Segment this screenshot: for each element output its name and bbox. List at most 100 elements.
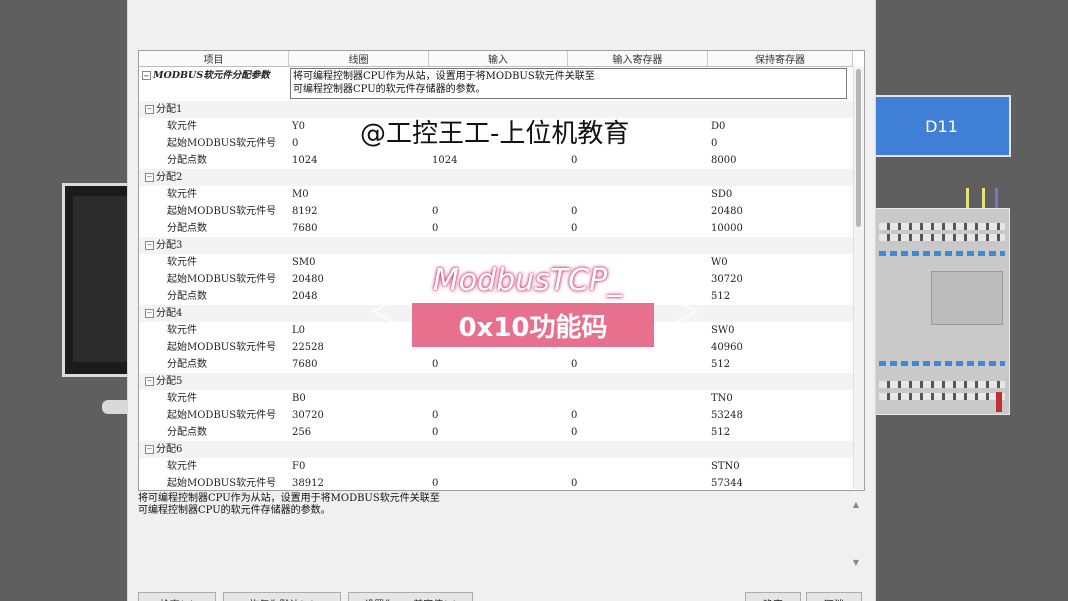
cell-value[interactable]: 7680: [289, 220, 429, 237]
row-label: 软元件: [139, 322, 289, 339]
cell-value[interactable]: 0: [708, 135, 853, 152]
row-label: 起始MODBUS软元件号: [139, 407, 289, 424]
collapse-icon[interactable]: −: [145, 241, 154, 250]
table-row[interactable]: 软元件 B0 TN0: [139, 390, 853, 407]
restore-default-button[interactable]: 恢复为默认(U): [223, 592, 341, 601]
overlay-subtitle-badge: 0x10功能码: [412, 303, 654, 347]
collapse-icon[interactable]: −: [145, 445, 154, 454]
table-row[interactable]: 起始MODBUS软元件号 30720 0 0 53248: [139, 407, 853, 424]
group-row[interactable]: − 分配5: [139, 373, 853, 390]
ok-button[interactable]: 确定: [745, 592, 801, 601]
cell-value[interactable]: D0: [708, 118, 853, 135]
cell-value[interactable]: 38912: [289, 475, 429, 490]
cell-value[interactable]: 7680: [289, 356, 429, 373]
background-device-label: D11: [874, 95, 1011, 157]
cell-value[interactable]: 1024: [429, 152, 568, 169]
cell-value[interactable]: [568, 458, 708, 475]
section-description-line2: 可编程控制器CPU的软元件存储器的参数。: [293, 84, 486, 95]
table-row[interactable]: 分配点数 7680 0 0 10000: [139, 220, 853, 237]
cell-value[interactable]: 512: [708, 356, 853, 373]
cell-value[interactable]: [568, 186, 708, 203]
collapse-icon[interactable]: −: [142, 71, 151, 80]
grid-scrollbar-thumb[interactable]: [856, 69, 861, 227]
scroll-up-icon[interactable]: ▲: [853, 499, 859, 511]
cell-value[interactable]: 0: [429, 407, 568, 424]
table-row[interactable]: 软元件 M0 SD0: [139, 186, 853, 203]
cell-value: [289, 237, 429, 254]
cell-value[interactable]: 0: [429, 356, 568, 373]
header-coil[interactable]: 线圈: [289, 51, 429, 66]
cell-value[interactable]: [429, 390, 568, 407]
table-row[interactable]: 起始MODBUS软元件号 8192 0 0 20480: [139, 203, 853, 220]
cell-value[interactable]: 40960: [708, 339, 853, 356]
table-row[interactable]: 分配点数 1024 1024 0 8000: [139, 152, 853, 169]
grid-scrollbar[interactable]: [853, 67, 864, 489]
cell-value[interactable]: 0: [568, 407, 708, 424]
cell-value[interactable]: 0: [429, 220, 568, 237]
header-item[interactable]: 项目: [139, 51, 289, 66]
cell-value[interactable]: L0: [289, 322, 429, 339]
group-row[interactable]: − 分配2: [139, 169, 853, 186]
cell-value[interactable]: 8192: [289, 203, 429, 220]
collapse-icon[interactable]: −: [145, 377, 154, 386]
cell-value[interactable]: 0: [568, 424, 708, 441]
cell-value[interactable]: [429, 458, 568, 475]
group-row[interactable]: − 分配6: [139, 441, 853, 458]
cell-value: [708, 305, 853, 322]
cell-value[interactable]: 1024: [289, 152, 429, 169]
cell-value: [708, 101, 853, 118]
table-row[interactable]: 分配点数 256 0 0 512: [139, 424, 853, 441]
cell-value[interactable]: F0: [289, 458, 429, 475]
row-label: 分配点数: [139, 220, 289, 237]
cell-value[interactable]: 0: [429, 203, 568, 220]
cell-value[interactable]: 8000: [708, 152, 853, 169]
cell-value[interactable]: SW0: [708, 322, 853, 339]
table-row[interactable]: 软元件 F0 STN0: [139, 458, 853, 475]
table-row[interactable]: 分配点数 7680 0 0 512: [139, 356, 853, 373]
plc-terminal-row: [879, 393, 1005, 400]
row-label: − 分配2: [139, 169, 289, 186]
collapse-icon[interactable]: −: [145, 173, 154, 182]
cell-value[interactable]: 53248: [708, 407, 853, 424]
cell-value[interactable]: 0: [429, 475, 568, 490]
cell-value[interactable]: 0: [568, 475, 708, 490]
cell-value[interactable]: 0: [568, 203, 708, 220]
cell-value: [708, 169, 853, 186]
collapse-icon[interactable]: −: [145, 105, 154, 114]
cell-value[interactable]: 30720: [289, 407, 429, 424]
cell-value[interactable]: 22528: [289, 339, 429, 356]
cell-value[interactable]: 256: [289, 424, 429, 441]
cancel-button[interactable]: 取消: [806, 592, 862, 601]
cell-value[interactable]: B0: [289, 390, 429, 407]
cell-value[interactable]: W0: [708, 254, 853, 271]
collapse-icon[interactable]: −: [145, 309, 154, 318]
cell-value[interactable]: 20480: [708, 203, 853, 220]
header-input-register[interactable]: 输入寄存器: [568, 51, 708, 66]
cell-value: [429, 441, 568, 458]
cell-value[interactable]: TN0: [708, 390, 853, 407]
row-label-text: 起始MODBUS软元件号: [167, 274, 277, 285]
cell-value[interactable]: 0: [568, 152, 708, 169]
cell-value[interactable]: [429, 186, 568, 203]
check-button[interactable]: 检查(K): [138, 592, 216, 601]
cell-value[interactable]: 512: [708, 288, 853, 305]
table-row[interactable]: 起始MODBUS软元件号 38912 0 0 57344: [139, 475, 853, 490]
cell-value[interactable]: 10000: [708, 220, 853, 237]
header-input[interactable]: 输入: [429, 51, 568, 66]
cell-value[interactable]: STN0: [708, 458, 853, 475]
cell-value[interactable]: 0: [568, 220, 708, 237]
cell-value[interactable]: 512: [708, 424, 853, 441]
scroll-down-icon[interactable]: ▼: [853, 557, 859, 569]
header-holding-register[interactable]: 保持寄存器: [708, 51, 853, 66]
cell-value[interactable]: SD0: [708, 186, 853, 203]
plc-terminal-row: [879, 381, 1005, 388]
group-row[interactable]: − 分配3: [139, 237, 853, 254]
cell-value: [289, 373, 429, 390]
cell-value[interactable]: 0: [568, 356, 708, 373]
cell-value[interactable]: [568, 390, 708, 407]
cell-value[interactable]: M0: [289, 186, 429, 203]
cell-value[interactable]: 0: [429, 424, 568, 441]
cell-value[interactable]: 57344: [708, 475, 853, 490]
set-fx3-compatible-button[interactable]: 设置为FX3兼容值(F): [348, 592, 473, 601]
cell-value[interactable]: 30720: [708, 271, 853, 288]
